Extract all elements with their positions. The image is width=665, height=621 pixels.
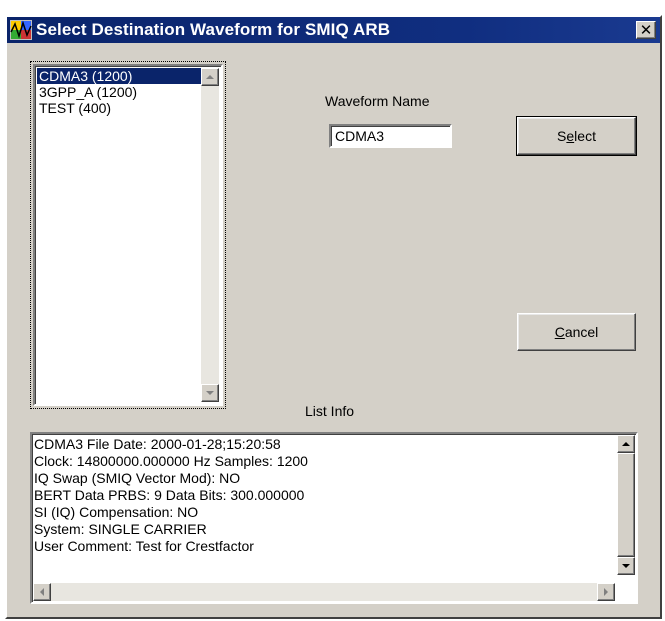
scroll-up-button[interactable]	[201, 68, 219, 86]
title-bar[interactable]: Select Destination Waveform for SMIQ ARB…	[7, 17, 660, 43]
cancel-button-label: Cancel	[554, 324, 599, 340]
select-button[interactable]: Select	[516, 116, 637, 156]
dialog-window: Select Destination Waveform for SMIQ ARB…	[5, 15, 662, 619]
scroll-up-icon	[206, 75, 214, 79]
info-scroll-thumb[interactable]	[617, 453, 635, 557]
scroll-left-icon	[40, 588, 44, 596]
waveform-app-icon[interactable]	[10, 20, 32, 40]
waveform-list-item[interactable]: CDMA3 (1200)	[37, 68, 201, 84]
list-info-line: BERT Data PRBS: 9 Data Bits: 300.000000	[34, 487, 305, 503]
list-info-horizontal-scrollbar[interactable]	[33, 583, 615, 601]
list-info-line: System: SINGLE CARRIER	[34, 521, 207, 537]
info-scroll-up-button[interactable]	[617, 435, 635, 453]
scroll-down-icon	[206, 391, 214, 395]
list-info-line: User Comment: Test for Crestfactor	[34, 538, 254, 554]
waveform-list-items: CDMA3 (1200) 3GPP_A (1200) TEST (400)	[37, 68, 201, 116]
scroll-up-icon	[622, 442, 630, 446]
info-scroll-right-button[interactable]	[597, 583, 615, 601]
list-info-label: List Info	[305, 403, 355, 419]
window-title: Select Destination Waveform for SMIQ ARB	[36, 20, 391, 39]
close-glyph: ✕	[639, 21, 653, 39]
waveform-name-input[interactable]	[329, 124, 452, 148]
close-icon[interactable]: ✕	[636, 21, 656, 39]
waveform-name-label: Waveform Name	[325, 93, 430, 109]
scroll-down-icon	[622, 564, 630, 568]
scroll-down-button[interactable]	[201, 384, 219, 402]
info-scroll-down-button[interactable]	[617, 557, 635, 575]
select-button-label: Select	[557, 128, 596, 144]
list-info-lines: CDMA3 File Date: 2000-01-28;15:20:58 Cloc…	[34, 436, 616, 555]
waveform-list-item[interactable]: TEST (400)	[37, 100, 201, 116]
scroll-right-icon	[604, 588, 608, 596]
list-info-line: SI (IQ) Compensation: NO	[34, 504, 199, 520]
list-info-line: IQ Swap (SMIQ Vector Mod): NO	[34, 470, 241, 486]
list-info-textbox[interactable]: CDMA3 File Date: 2000-01-28;15:20:58 Cloc…	[30, 432, 638, 604]
info-scroll-left-button[interactable]	[33, 583, 51, 601]
cancel-button[interactable]: Cancel	[517, 313, 636, 351]
waveform-list-item[interactable]: 3GPP_A (1200)	[37, 84, 201, 100]
waveform-listbox[interactable]: CDMA3 (1200) 3GPP_A (1200) TEST (400)	[33, 64, 223, 406]
list-info-vertical-scrollbar[interactable]	[617, 435, 635, 575]
waveform-list-focus-frame: CDMA3 (1200) 3GPP_A (1200) TEST (400)	[30, 61, 226, 409]
list-info-line: Clock: 14800000.000000 Hz Samples: 1200	[34, 453, 308, 469]
waveform-list-scrollbar[interactable]	[201, 68, 219, 402]
list-info-line: CDMA3 File Date: 2000-01-28;15:20:58	[34, 436, 281, 452]
